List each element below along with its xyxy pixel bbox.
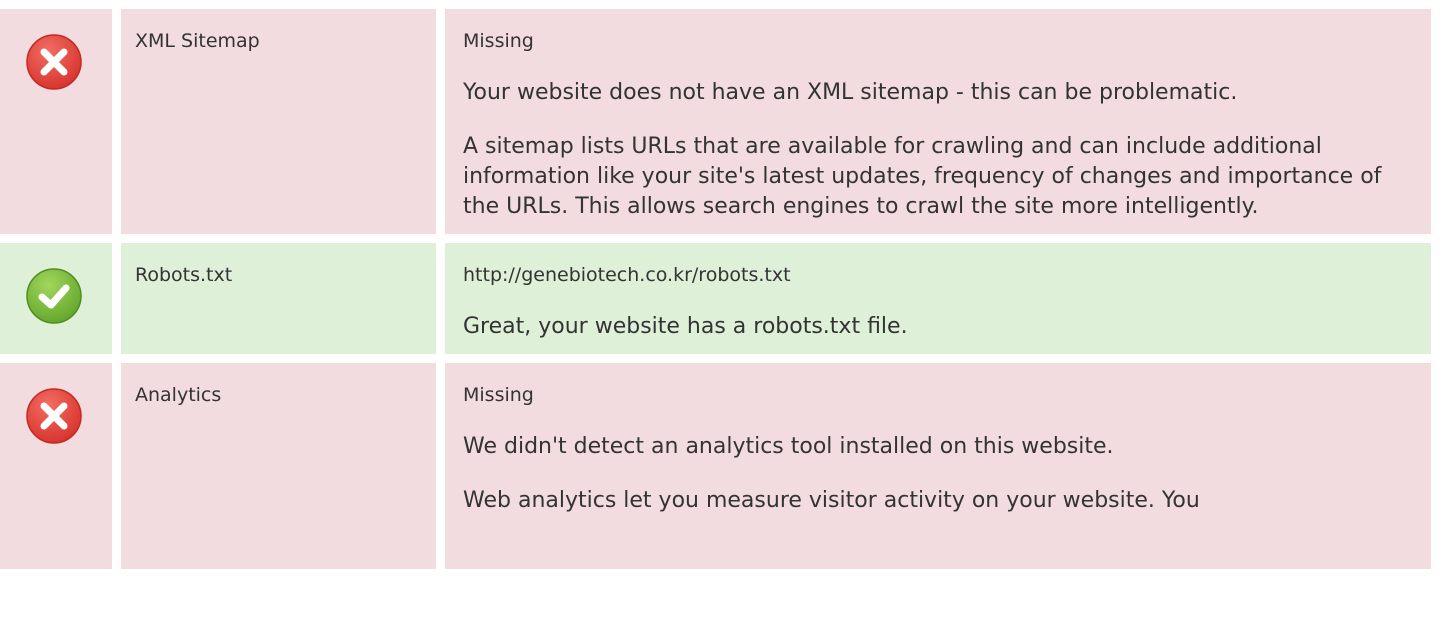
seo-report: XML Sitemap Missing Your website does no… xyxy=(0,9,1431,578)
status-cell xyxy=(0,363,112,569)
check-result: Missing We didn't detect an analytics to… xyxy=(445,363,1431,569)
robots-url-link[interactable]: http://genebiotech.co.kr/robots.txt xyxy=(463,262,1417,288)
result-summary: We didn't detect an analytics tool insta… xyxy=(463,434,1114,459)
check-label: Robots.txt xyxy=(121,243,436,354)
status-cell xyxy=(0,9,112,234)
result-summary: Your website does not have an XML sitema… xyxy=(463,80,1238,105)
result-value: Missing xyxy=(463,384,534,406)
result-description: A sitemap lists URLs that are available … xyxy=(463,134,1382,219)
result-description: Web analytics let you measure visitor ac… xyxy=(463,488,1200,513)
report-row-robots-txt: Robots.txt http://genebiotech.co.kr/robo… xyxy=(0,243,1431,354)
error-x-icon xyxy=(26,388,82,444)
success-check-icon xyxy=(26,268,82,324)
check-label: Analytics xyxy=(121,363,436,569)
report-row-xml-sitemap: XML Sitemap Missing Your website does no… xyxy=(0,9,1431,234)
error-x-icon xyxy=(26,34,82,90)
report-row-analytics: Analytics Missing We didn't detect an an… xyxy=(0,363,1431,569)
check-result: http://genebiotech.co.kr/robots.txt Grea… xyxy=(445,243,1431,354)
status-cell xyxy=(0,243,112,354)
result-value: Missing xyxy=(463,30,534,52)
check-result: Missing Your website does not have an XM… xyxy=(445,9,1431,234)
result-summary: Great, your website has a robots.txt fil… xyxy=(463,314,908,339)
check-label: XML Sitemap xyxy=(121,9,436,234)
